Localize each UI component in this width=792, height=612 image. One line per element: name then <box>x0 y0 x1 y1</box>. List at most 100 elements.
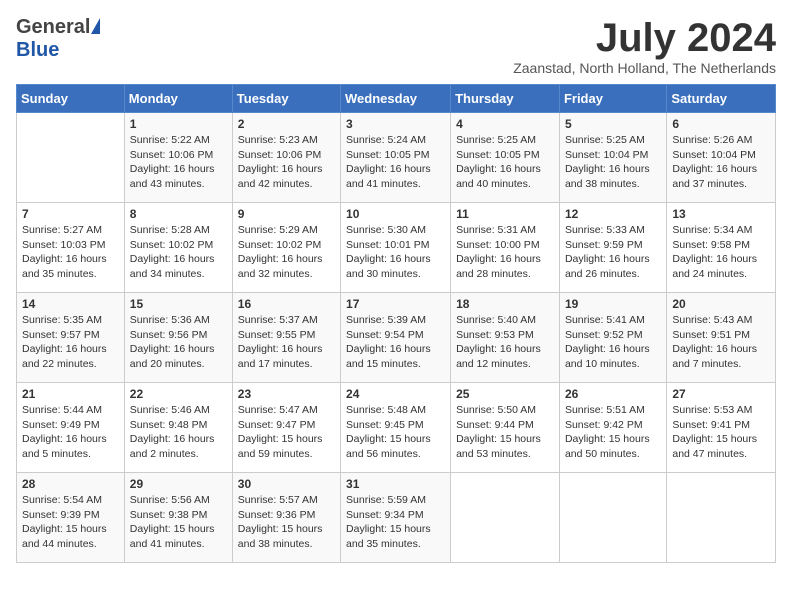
cell-content: Sunrise: 5:40 AM Sunset: 9:53 PM Dayligh… <box>456 313 554 372</box>
calendar-cell <box>17 113 125 203</box>
day-number: 18 <box>456 297 554 311</box>
day-number: 22 <box>130 387 227 401</box>
calendar-cell: 24Sunrise: 5:48 AM Sunset: 9:45 PM Dayli… <box>341 383 451 473</box>
day-header-wednesday: Wednesday <box>341 85 451 113</box>
calendar-cell: 22 Sunrise: 5:46 AM Sunset: 9:48 PM Dayli… <box>124 383 232 473</box>
day-number: 12 <box>565 207 661 221</box>
cell-content: Sunrise: 5:27 AM Sunset: 10:03 PM Daylig… <box>22 223 119 282</box>
logo-general: General <box>16 16 90 39</box>
logo-blue: Blue <box>16 39 59 61</box>
page-header: General Blue July 2024 Zaanstad, North H… <box>16 16 776 76</box>
day-number: 26 <box>565 387 661 401</box>
calendar-cell: 10Sunrise: 5:30 AM Sunset: 10:01 PM Dayl… <box>341 203 451 293</box>
calendar-cell: 6Sunrise: 5:26 AM Sunset: 10:04 PM Dayli… <box>667 113 776 203</box>
day-number: 24 <box>346 387 445 401</box>
cell-content: Sunrise: 5:46 AM Sunset: 9:48 PM Dayligh… <box>130 403 227 462</box>
calendar-cell: 7 Sunrise: 5:27 AM Sunset: 10:03 PM Dayli… <box>17 203 125 293</box>
day-number: 11 <box>456 207 554 221</box>
week-row-3: 14Sunrise: 5:35 AM Sunset: 9:57 PM Dayli… <box>17 293 776 383</box>
week-row-2: 7 Sunrise: 5:27 AM Sunset: 10:03 PM Dayli… <box>17 203 776 293</box>
calendar-cell <box>559 473 666 563</box>
day-number: 20 <box>672 297 770 311</box>
week-row-5: 28 Sunrise: 5:54 AM Sunset: 9:39 PM Dayli… <box>17 473 776 563</box>
cell-content: Sunrise: 5:47 AM Sunset: 9:47 PM Dayligh… <box>238 403 335 462</box>
calendar-cell: 23 Sunrise: 5:47 AM Sunset: 9:47 PM Dayli… <box>232 383 340 473</box>
day-number: 10 <box>346 207 445 221</box>
calendar-cell: 12 Sunrise: 5:33 AM Sunset: 9:59 PM Dayli… <box>559 203 666 293</box>
day-number: 2 <box>238 117 335 131</box>
day-number: 16 <box>238 297 335 311</box>
calendar-cell <box>667 473 776 563</box>
cell-content: Sunrise: 5:25 AM Sunset: 10:05 PM Daylig… <box>456 133 554 192</box>
cell-content: Sunrise: 5:44 AM Sunset: 9:49 PM Dayligh… <box>22 403 119 462</box>
day-number: 15 <box>130 297 227 311</box>
cell-content: Sunrise: 5:57 AM Sunset: 9:36 PM Dayligh… <box>238 493 335 552</box>
calendar-header: SundayMondayTuesdayWednesdayThursdayFrid… <box>17 85 776 113</box>
logo: General Blue <box>16 16 100 62</box>
cell-content: Sunrise: 5:43 AM Sunset: 9:51 PM Dayligh… <box>672 313 770 372</box>
week-row-4: 21 Sunrise: 5:44 AM Sunset: 9:49 PM Dayli… <box>17 383 776 473</box>
calendar-cell: 25 Sunrise: 5:50 AM Sunset: 9:44 PM Dayli… <box>451 383 560 473</box>
cell-content: Sunrise: 5:39 AM Sunset: 9:54 PM Dayligh… <box>346 313 445 372</box>
day-number: 7 <box>22 207 119 221</box>
day-header-sunday: Sunday <box>17 85 125 113</box>
day-number: 29 <box>130 477 227 491</box>
calendar-cell: 28 Sunrise: 5:54 AM Sunset: 9:39 PM Dayli… <box>17 473 125 563</box>
week-row-1: 1Sunrise: 5:22 AM Sunset: 10:06 PM Dayli… <box>17 113 776 203</box>
calendar-table: SundayMondayTuesdayWednesdayThursdayFrid… <box>16 84 776 563</box>
calendar-cell: 4Sunrise: 5:25 AM Sunset: 10:05 PM Dayli… <box>451 113 560 203</box>
cell-content: Sunrise: 5:50 AM Sunset: 9:44 PM Dayligh… <box>456 403 554 462</box>
calendar-cell: 20 Sunrise: 5:43 AM Sunset: 9:51 PM Dayli… <box>667 293 776 383</box>
days-header-row: SundayMondayTuesdayWednesdayThursdayFrid… <box>17 85 776 113</box>
calendar-cell <box>451 473 560 563</box>
day-number: 23 <box>238 387 335 401</box>
day-number: 25 <box>456 387 554 401</box>
calendar-cell: 13Sunrise: 5:34 AM Sunset: 9:58 PM Dayli… <box>667 203 776 293</box>
day-header-friday: Friday <box>559 85 666 113</box>
title-block: July 2024 Zaanstad, North Holland, The N… <box>513 16 776 76</box>
cell-content: Sunrise: 5:36 AM Sunset: 9:56 PM Dayligh… <box>130 313 227 372</box>
cell-content: Sunrise: 5:37 AM Sunset: 9:55 PM Dayligh… <box>238 313 335 372</box>
calendar-cell: 21 Sunrise: 5:44 AM Sunset: 9:49 PM Dayli… <box>17 383 125 473</box>
cell-content: Sunrise: 5:34 AM Sunset: 9:58 PM Dayligh… <box>672 223 770 282</box>
cell-content: Sunrise: 5:59 AM Sunset: 9:34 PM Dayligh… <box>346 493 445 552</box>
cell-content: Sunrise: 5:56 AM Sunset: 9:38 PM Dayligh… <box>130 493 227 552</box>
calendar-cell: 11 Sunrise: 5:31 AM Sunset: 10:00 PM Dayl… <box>451 203 560 293</box>
day-header-tuesday: Tuesday <box>232 85 340 113</box>
day-number: 27 <box>672 387 770 401</box>
cell-content: Sunrise: 5:33 AM Sunset: 9:59 PM Dayligh… <box>565 223 661 282</box>
location: Zaanstad, North Holland, The Netherlands <box>513 60 776 76</box>
cell-content: Sunrise: 5:51 AM Sunset: 9:42 PM Dayligh… <box>565 403 661 462</box>
calendar-cell: 19Sunrise: 5:41 AM Sunset: 9:52 PM Dayli… <box>559 293 666 383</box>
calendar-cell: 29 Sunrise: 5:56 AM Sunset: 9:38 PM Dayli… <box>124 473 232 563</box>
day-number: 5 <box>565 117 661 131</box>
calendar-cell: 8Sunrise: 5:28 AM Sunset: 10:02 PM Dayli… <box>124 203 232 293</box>
day-number: 17 <box>346 297 445 311</box>
cell-content: Sunrise: 5:54 AM Sunset: 9:39 PM Dayligh… <box>22 493 119 552</box>
day-number: 30 <box>238 477 335 491</box>
cell-content: Sunrise: 5:53 AM Sunset: 9:41 PM Dayligh… <box>672 403 770 462</box>
calendar-cell: 5Sunrise: 5:25 AM Sunset: 10:04 PM Dayli… <box>559 113 666 203</box>
calendar-cell: 15 Sunrise: 5:36 AM Sunset: 9:56 PM Dayli… <box>124 293 232 383</box>
cell-content: Sunrise: 5:26 AM Sunset: 10:04 PM Daylig… <box>672 133 770 192</box>
calendar-cell: 16 Sunrise: 5:37 AM Sunset: 9:55 PM Dayli… <box>232 293 340 383</box>
calendar-cell: 2 Sunrise: 5:23 AM Sunset: 10:06 PM Dayli… <box>232 113 340 203</box>
day-header-monday: Monday <box>124 85 232 113</box>
calendar-cell: 1Sunrise: 5:22 AM Sunset: 10:06 PM Dayli… <box>124 113 232 203</box>
day-number: 21 <box>22 387 119 401</box>
month-title: July 2024 <box>513 16 776 60</box>
day-number: 28 <box>22 477 119 491</box>
calendar-cell: 26 Sunrise: 5:51 AM Sunset: 9:42 PM Dayli… <box>559 383 666 473</box>
day-number: 3 <box>346 117 445 131</box>
calendar-cell: 30 Sunrise: 5:57 AM Sunset: 9:36 PM Dayli… <box>232 473 340 563</box>
cell-content: Sunrise: 5:24 AM Sunset: 10:05 PM Daylig… <box>346 133 445 192</box>
cell-content: Sunrise: 5:28 AM Sunset: 10:02 PM Daylig… <box>130 223 227 282</box>
calendar-cell: 27 Sunrise: 5:53 AM Sunset: 9:41 PM Dayli… <box>667 383 776 473</box>
cell-content: Sunrise: 5:35 AM Sunset: 9:57 PM Dayligh… <box>22 313 119 372</box>
day-number: 19 <box>565 297 661 311</box>
day-number: 31 <box>346 477 445 491</box>
calendar-cell: 17 Sunrise: 5:39 AM Sunset: 9:54 PM Dayli… <box>341 293 451 383</box>
calendar-cell: 31 Sunrise: 5:59 AM Sunset: 9:34 PM Dayli… <box>341 473 451 563</box>
cell-content: Sunrise: 5:31 AM Sunset: 10:00 PM Daylig… <box>456 223 554 282</box>
cell-content: Sunrise: 5:23 AM Sunset: 10:06 PM Daylig… <box>238 133 335 192</box>
